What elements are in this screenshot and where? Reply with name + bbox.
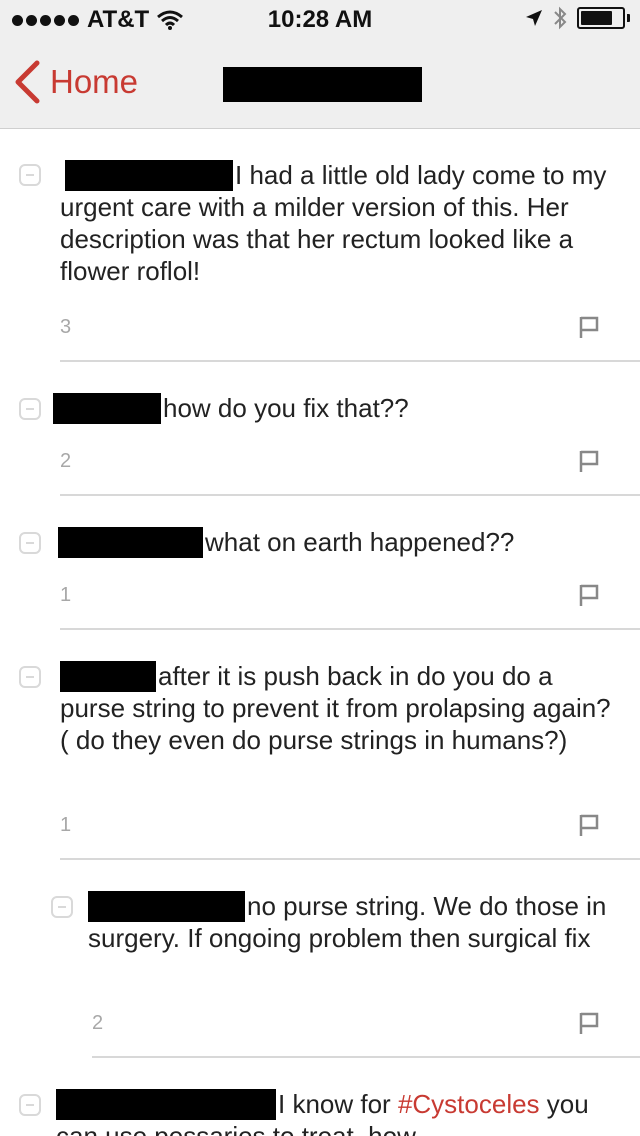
collapse-minus-icon[interactable] — [19, 532, 41, 554]
comment-divider — [60, 494, 640, 496]
flag-icon[interactable] — [578, 449, 600, 473]
collapse-minus-icon[interactable] — [19, 164, 41, 186]
comment-feed[interactable]: I had a little old lady come to my urgen… — [0, 129, 640, 1136]
chevron-left-icon — [15, 60, 40, 104]
status-right — [525, 6, 630, 30]
collapse-minus-icon[interactable] — [19, 1094, 41, 1116]
comment-divider — [60, 628, 640, 630]
comment-text: after it is push back in do you do a pur… — [60, 660, 620, 756]
bluetooth-icon — [554, 6, 567, 30]
vote-count: 3 — [60, 316, 72, 338]
flag-icon[interactable] — [578, 813, 600, 837]
location-arrow-icon — [526, 10, 542, 26]
hashtag-link[interactable]: #Cystoceles — [398, 1089, 540, 1119]
comment-text: how do you fix that?? — [53, 392, 620, 424]
comment-body-text: I know for — [278, 1089, 398, 1119]
back-label: Home — [50, 63, 139, 100]
comment-body-text: how do you fix that?? — [163, 393, 409, 423]
vote-count: 1 — [60, 814, 72, 836]
battery-icon — [577, 7, 625, 29]
comment-divider — [92, 1056, 640, 1058]
comment-text: I had a little old lady come to my urgen… — [60, 159, 620, 287]
back-button[interactable]: Home — [14, 60, 138, 104]
vote-count: 2 — [92, 1012, 104, 1034]
flag-icon[interactable] — [578, 583, 600, 607]
battery-tip — [627, 14, 630, 22]
app-screen: AT&T 10:28 AM Home I had a little old la… — [0, 0, 640, 1136]
redacted-username — [58, 527, 203, 558]
redacted-username — [56, 1089, 276, 1120]
comment-text: I know for #Cystoceles you can use pessa… — [56, 1088, 620, 1136]
collapse-minus-icon[interactable] — [19, 666, 41, 688]
comment-text: no purse string. We do those in surgery.… — [88, 890, 618, 954]
collapse-minus-icon[interactable] — [19, 398, 41, 420]
vote-count: 2 — [60, 450, 72, 472]
comment-text: what on earth happened?? — [58, 526, 620, 558]
status-bar: AT&T 10:28 AM — [0, 0, 640, 40]
redacted-username — [88, 891, 245, 922]
navigation-bar: Home — [0, 40, 640, 129]
comment-body-text: what on earth happened?? — [205, 527, 515, 557]
collapse-minus-icon[interactable] — [51, 896, 73, 918]
comment-divider — [60, 360, 640, 362]
redacted-username — [60, 661, 156, 692]
page-title-redacted — [223, 67, 422, 102]
vote-count: 1 — [60, 584, 72, 606]
flag-icon[interactable] — [578, 1011, 600, 1035]
comment-divider — [60, 858, 640, 860]
redacted-username — [53, 393, 161, 424]
flag-icon[interactable] — [578, 315, 600, 339]
redacted-username — [65, 160, 233, 191]
battery-fill — [581, 11, 613, 25]
